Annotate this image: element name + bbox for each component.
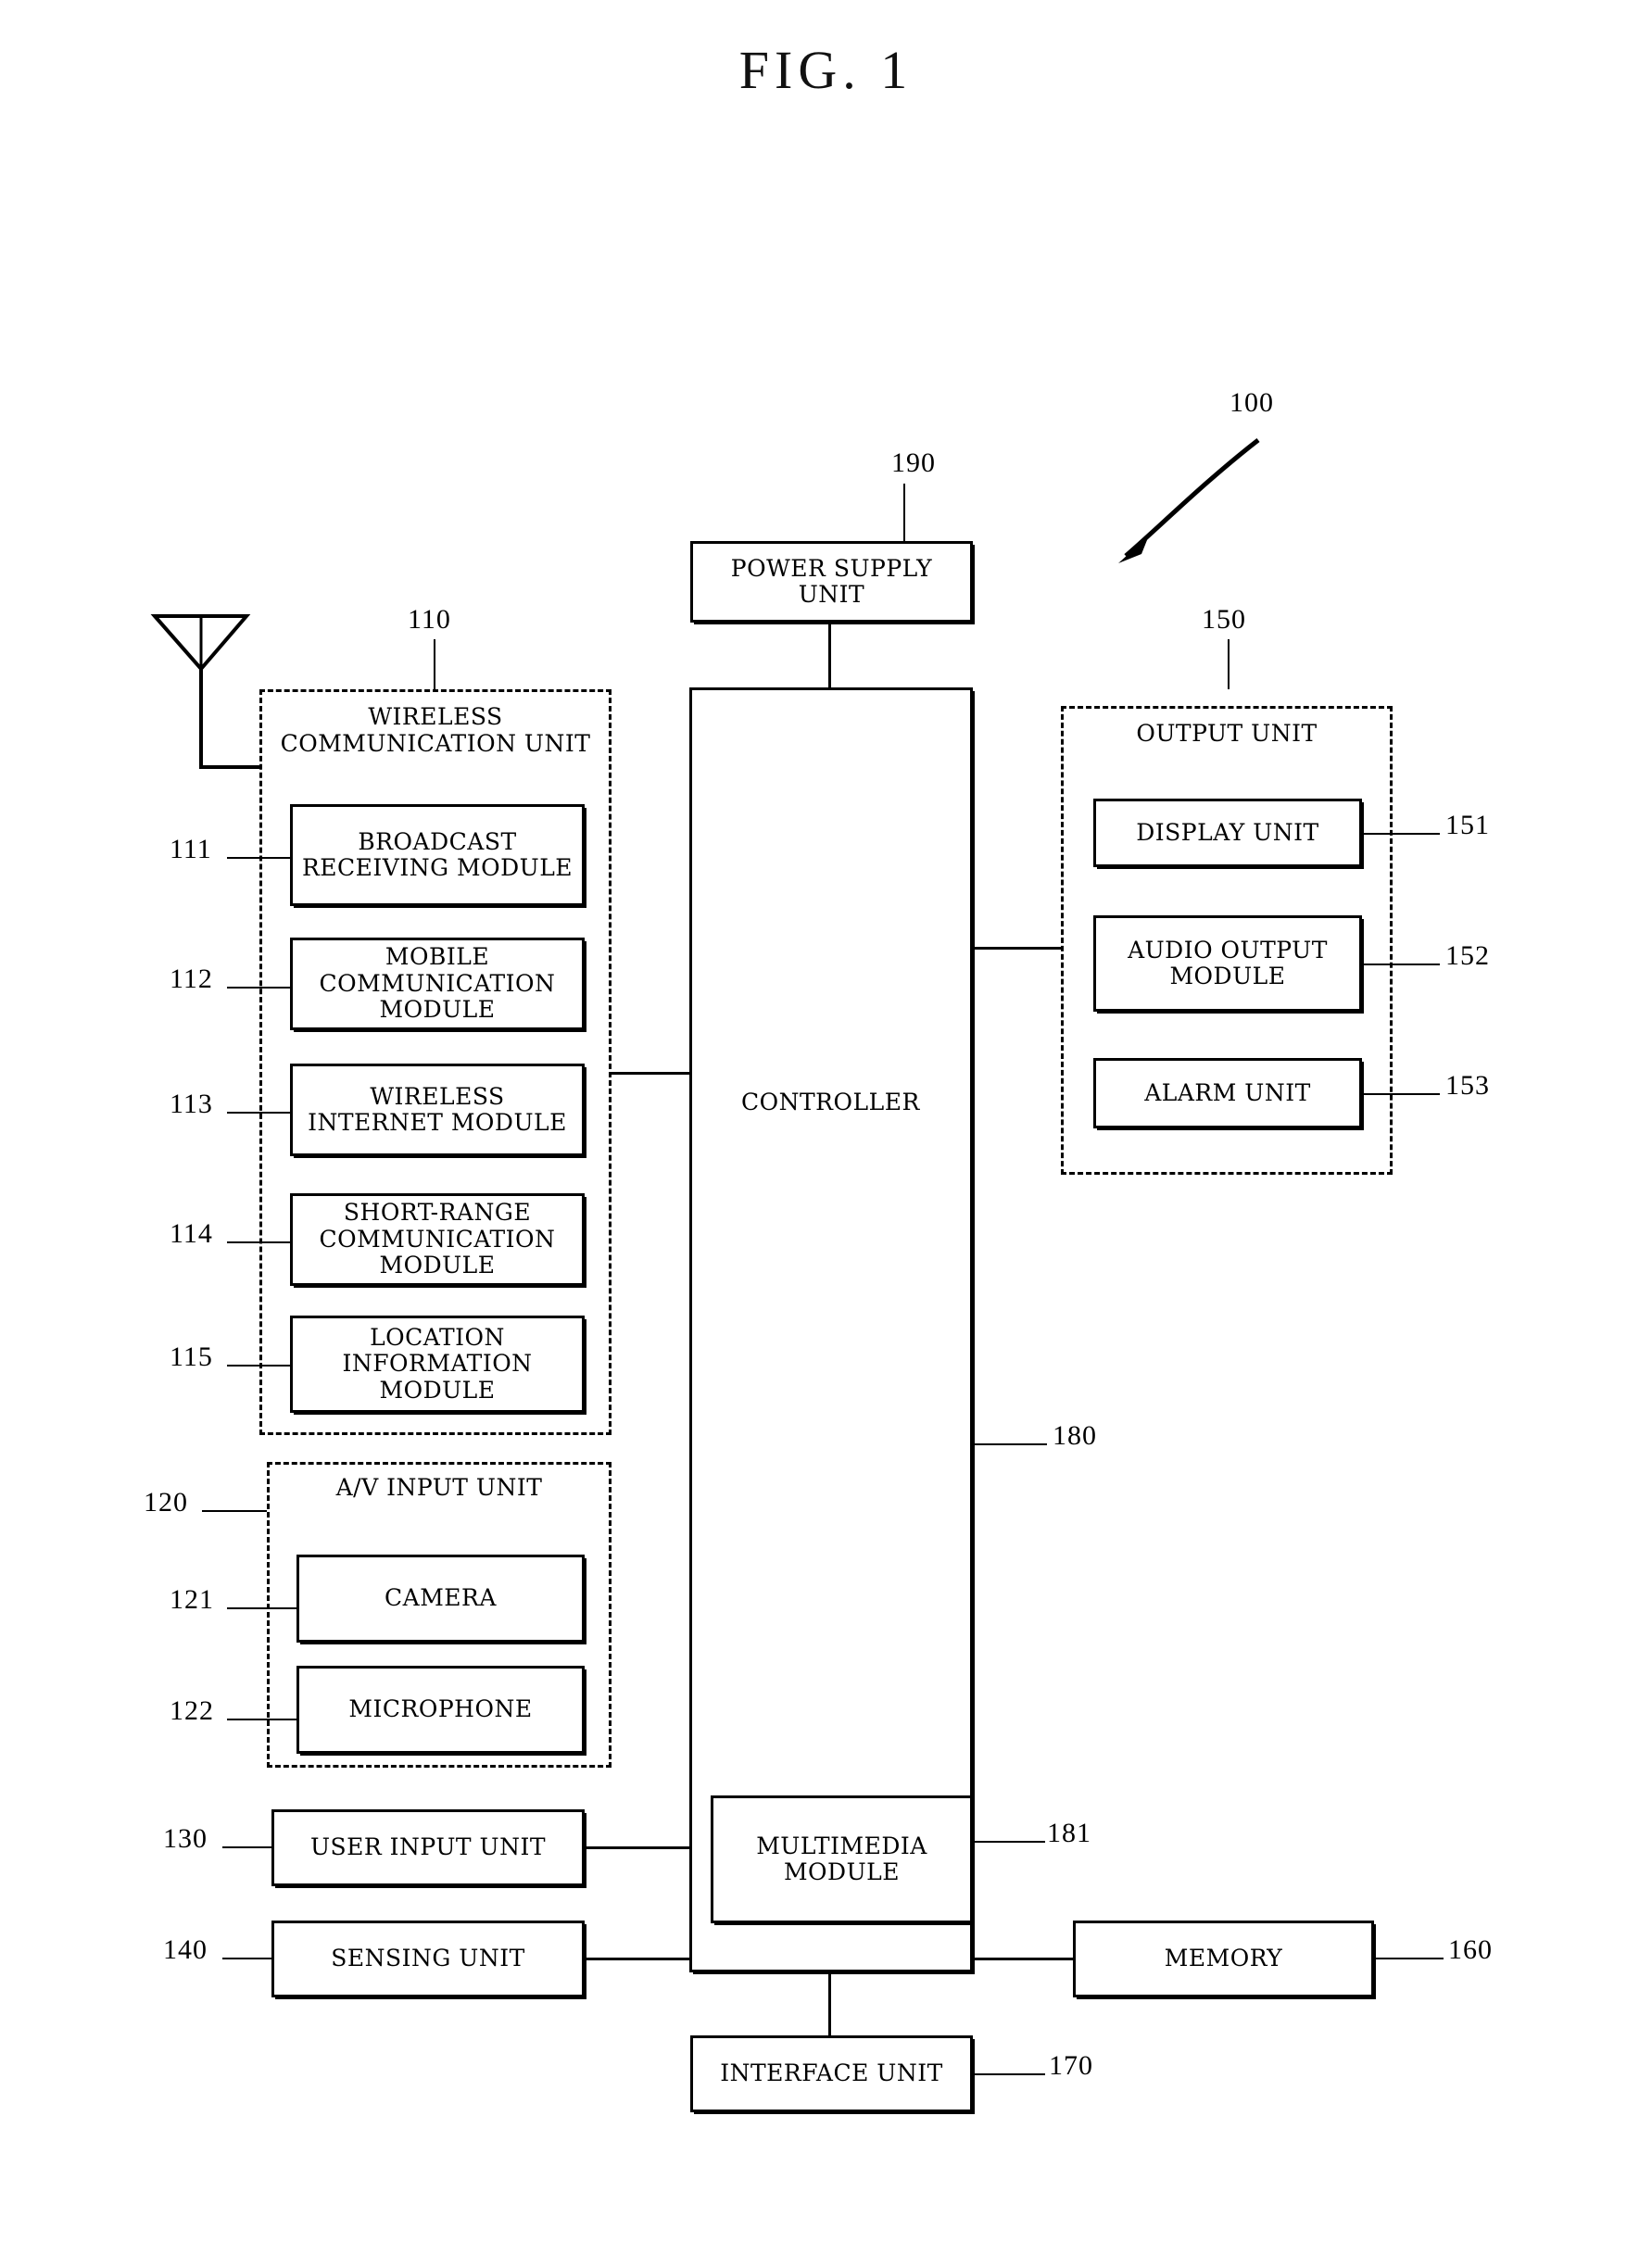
antenna-icon — [150, 614, 262, 769]
interface-unit-label: INTERFACE UNIT — [720, 2059, 943, 2087]
alarm-unit-label: ALARM UNIT — [1144, 1078, 1311, 1106]
lead-110 — [434, 639, 435, 689]
lead-180 — [973, 1443, 1047, 1445]
display-unit-label: DISPLAY UNIT — [1136, 818, 1319, 846]
controller-box[interactable] — [689, 687, 973, 1972]
lead-181 — [973, 1841, 1045, 1843]
line-controller-to-output — [973, 947, 1061, 950]
ref-151: 151 — [1445, 810, 1490, 840]
ref-140: 140 — [163, 1934, 208, 1965]
memory-box[interactable]: MEMORY — [1073, 1921, 1374, 1997]
ref-152: 152 — [1445, 940, 1490, 971]
ref-110: 110 — [408, 604, 451, 635]
ref-160: 160 — [1448, 1934, 1493, 1965]
microphone-label: MICROPHONE — [348, 1695, 533, 1723]
short-range-communication-module-label: SHORT-RANGE COMMUNICATION MODULE — [319, 1199, 556, 1279]
lead-122 — [227, 1719, 296, 1720]
multimedia-module-box[interactable]: MULTIMEDIA MODULE — [711, 1795, 973, 1923]
mobile-communication-module-box[interactable]: MOBILE COMMUNICATION MODULE — [290, 938, 585, 1030]
audio-output-module-box[interactable]: AUDIO OUTPUT MODULE — [1093, 915, 1362, 1012]
line-controller-to-interface — [828, 1972, 831, 2035]
ref-180: 180 — [1053, 1420, 1097, 1451]
ref-111: 111 — [170, 834, 212, 864]
patent-figure-page: FIG. 1 100 190 POWER SUPPLY UNIT 110 WIR… — [0, 0, 1652, 2242]
lead-190 — [903, 484, 905, 541]
ref-120: 120 — [144, 1487, 188, 1518]
lead-153 — [1362, 1093, 1440, 1095]
lead-112 — [227, 987, 290, 989]
lead-114 — [227, 1241, 290, 1243]
ref-150: 150 — [1202, 604, 1246, 635]
ref-130: 130 — [163, 1823, 208, 1854]
wireless-communication-unit-label: WIRELESS COMMUNICATION UNIT — [280, 703, 591, 757]
audio-output-module-label: AUDIO OUTPUT MODULE — [1128, 936, 1328, 989]
camera-label: CAMERA — [385, 1584, 497, 1612]
page-title: FIG. 1 — [738, 40, 914, 100]
lead-120 — [202, 1510, 267, 1512]
lead-152 — [1362, 964, 1440, 965]
wireless-internet-module-box[interactable]: WIRELESS INTERNET MODULE — [290, 1064, 585, 1156]
mobile-communication-module-label: MOBILE COMMUNICATION MODULE — [319, 943, 556, 1024]
lead-115 — [227, 1365, 290, 1367]
ref-112: 112 — [170, 964, 213, 994]
line-sensing-to-controller — [585, 1958, 701, 1960]
microphone-box[interactable]: MICROPHONE — [296, 1666, 585, 1754]
ref-115: 115 — [170, 1341, 213, 1372]
ref-170: 170 — [1049, 2050, 1093, 2081]
lead-170 — [973, 2073, 1045, 2075]
lead-150 — [1228, 639, 1230, 689]
av-input-unit-label: A/V INPUT UNIT — [335, 1474, 543, 1501]
broadcast-receiving-module-box[interactable]: BROADCAST RECEIVING MODULE — [290, 804, 585, 906]
lead-151 — [1362, 833, 1440, 835]
ref-190: 190 — [891, 447, 936, 478]
ref-100: 100 — [1230, 387, 1274, 418]
ref-113: 113 — [170, 1089, 213, 1119]
display-unit-box[interactable]: DISPLAY UNIT — [1093, 799, 1362, 867]
location-information-module-label: LOCATION INFORMATION MODULE — [342, 1323, 533, 1404]
ref-122: 122 — [170, 1695, 214, 1726]
lead-111 — [227, 857, 290, 859]
output-unit-label: OUTPUT UNIT — [1136, 720, 1318, 747]
lead-113 — [227, 1112, 290, 1114]
power-supply-unit-label: POWER SUPPLY UNIT — [730, 554, 933, 608]
line-userinput-to-controller — [585, 1846, 701, 1849]
line-wireless-to-controller — [612, 1072, 701, 1075]
ref-114: 114 — [170, 1218, 213, 1249]
lead-121 — [227, 1607, 296, 1609]
sensing-unit-box[interactable]: SENSING UNIT — [271, 1921, 585, 1997]
lead-130 — [222, 1846, 271, 1848]
lead-140 — [222, 1958, 271, 1959]
broadcast-receiving-module-label: BROADCAST RECEIVING MODULE — [301, 827, 574, 881]
ref-181: 181 — [1047, 1818, 1091, 1848]
camera-box[interactable]: CAMERA — [296, 1555, 585, 1643]
lead-160 — [1374, 1958, 1444, 1959]
controller-label: CONTROLLER — [741, 1089, 920, 1115]
ref-153: 153 — [1445, 1070, 1490, 1101]
line-power-to-controller — [828, 623, 831, 687]
memory-label: MEMORY — [1164, 1945, 1283, 1972]
user-input-unit-label: USER INPUT UNIT — [309, 1833, 547, 1861]
curved-arrow-icon — [1118, 438, 1260, 563]
short-range-communication-module-box[interactable]: SHORT-RANGE COMMUNICATION MODULE — [290, 1193, 585, 1286]
alarm-unit-box[interactable]: ALARM UNIT — [1093, 1058, 1362, 1128]
line-controller-to-memory — [973, 1958, 1073, 1960]
wireless-internet-module-label: WIRELESS INTERNET MODULE — [308, 1082, 567, 1136]
location-information-module-box[interactable]: LOCATION INFORMATION MODULE — [290, 1316, 585, 1413]
user-input-unit-box[interactable]: USER INPUT UNIT — [271, 1809, 585, 1886]
interface-unit-box[interactable]: INTERFACE UNIT — [690, 2035, 973, 2112]
ref-121: 121 — [170, 1584, 214, 1615]
power-supply-unit-box[interactable]: POWER SUPPLY UNIT — [690, 541, 973, 623]
multimedia-module-label: MULTIMEDIA MODULE — [756, 1832, 927, 1885]
sensing-unit-label: SENSING UNIT — [331, 1945, 525, 1972]
